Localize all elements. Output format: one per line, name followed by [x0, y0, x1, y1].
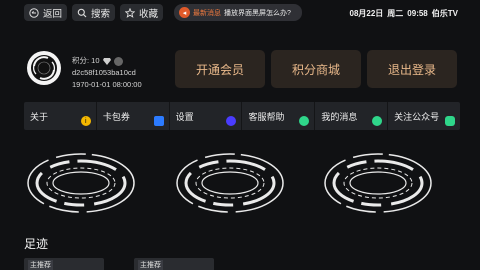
coupon-icon	[153, 116, 164, 126]
menu-item-settings[interactable]: 设置	[170, 102, 243, 130]
loading-ring-1	[27, 153, 135, 213]
wechat-icon	[444, 116, 455, 126]
menu-item-coupons[interactable]: 卡包券	[97, 102, 170, 130]
top-bar: 返回 搜索 收藏 ◂ 最新消息 播放界面黑屏怎么办? 08月22日 周二 09:58…	[0, 0, 480, 26]
history-card-tag: 主推荐	[138, 260, 163, 270]
back-button[interactable]: 返回	[24, 4, 68, 21]
vip-badge-icon	[113, 56, 123, 66]
history-card[interactable]: 主推荐	[24, 258, 104, 270]
logout-button[interactable]: 退出登录	[367, 50, 457, 88]
search-button[interactable]: 搜索	[72, 4, 116, 21]
user-info: 积分: 10 d2c58f1053ba10cd 1970-01-01 08:00…	[72, 55, 142, 91]
open-vip-button[interactable]: 开通会员	[175, 50, 265, 88]
expiry-text: 1970-01-01 08:00:00	[72, 80, 142, 89]
diamond-icon	[102, 57, 111, 65]
menu-item-follow[interactable]: 关注公众号	[388, 102, 460, 130]
info-icon: i	[80, 116, 91, 126]
loading-ring-2	[176, 153, 284, 213]
menu-item-support[interactable]: 客服帮助	[242, 102, 316, 130]
megaphone-icon: ◂	[179, 7, 190, 18]
menu-label-coupons: 卡包券	[102, 111, 130, 122]
search-icon	[77, 8, 87, 18]
menu-label-settings: 设置	[175, 111, 194, 122]
message-icon	[372, 116, 383, 126]
back-label: 返回	[43, 8, 63, 20]
points-text: 积分: 10	[72, 56, 100, 65]
back-icon	[29, 7, 39, 18]
user-id-text: d2c58f1053ba10cd	[72, 68, 136, 77]
menu-row: 关于 i 卡包券 设置 客服帮助 我的消息 关注公众号	[24, 102, 460, 130]
favorite-button[interactable]: 收藏	[120, 4, 164, 21]
menu-label-follow: 关注公众号	[394, 111, 440, 122]
menu-item-about[interactable]: 关于 i	[24, 102, 97, 130]
notice-text: 播放界面黑屏怎么办?	[224, 9, 291, 17]
time-text: 09:58	[407, 9, 428, 18]
notice-tag: 最新消息	[193, 9, 221, 17]
history-card[interactable]: 主推荐	[134, 258, 214, 270]
points-mall-button[interactable]: 积分商城	[271, 50, 361, 88]
support-icon	[299, 116, 310, 126]
star-icon	[125, 7, 135, 18]
loading-ring-3	[324, 153, 432, 213]
settings-icon	[226, 116, 237, 126]
menu-label-messages: 我的消息	[321, 111, 358, 122]
menu-item-messages[interactable]: 我的消息	[315, 102, 389, 130]
status-clock: 08月22日 周二 09:58 伯乐TV	[350, 8, 459, 19]
date-text: 08月22日	[349, 9, 384, 18]
avatar[interactable]	[26, 50, 62, 86]
search-label: 搜索	[91, 8, 111, 20]
notice-bar[interactable]: ◂ 最新消息 播放界面黑屏怎么办?	[174, 4, 302, 21]
menu-label-about: 关于	[30, 111, 49, 122]
history-card-tag: 主推荐	[28, 260, 53, 270]
weekday-text: 周二	[387, 9, 404, 18]
brand-text: 伯乐TV	[431, 9, 458, 18]
history-title: 足迹	[24, 237, 49, 251]
favorite-label: 收藏	[139, 8, 159, 20]
menu-label-support: 客服帮助	[248, 111, 285, 122]
